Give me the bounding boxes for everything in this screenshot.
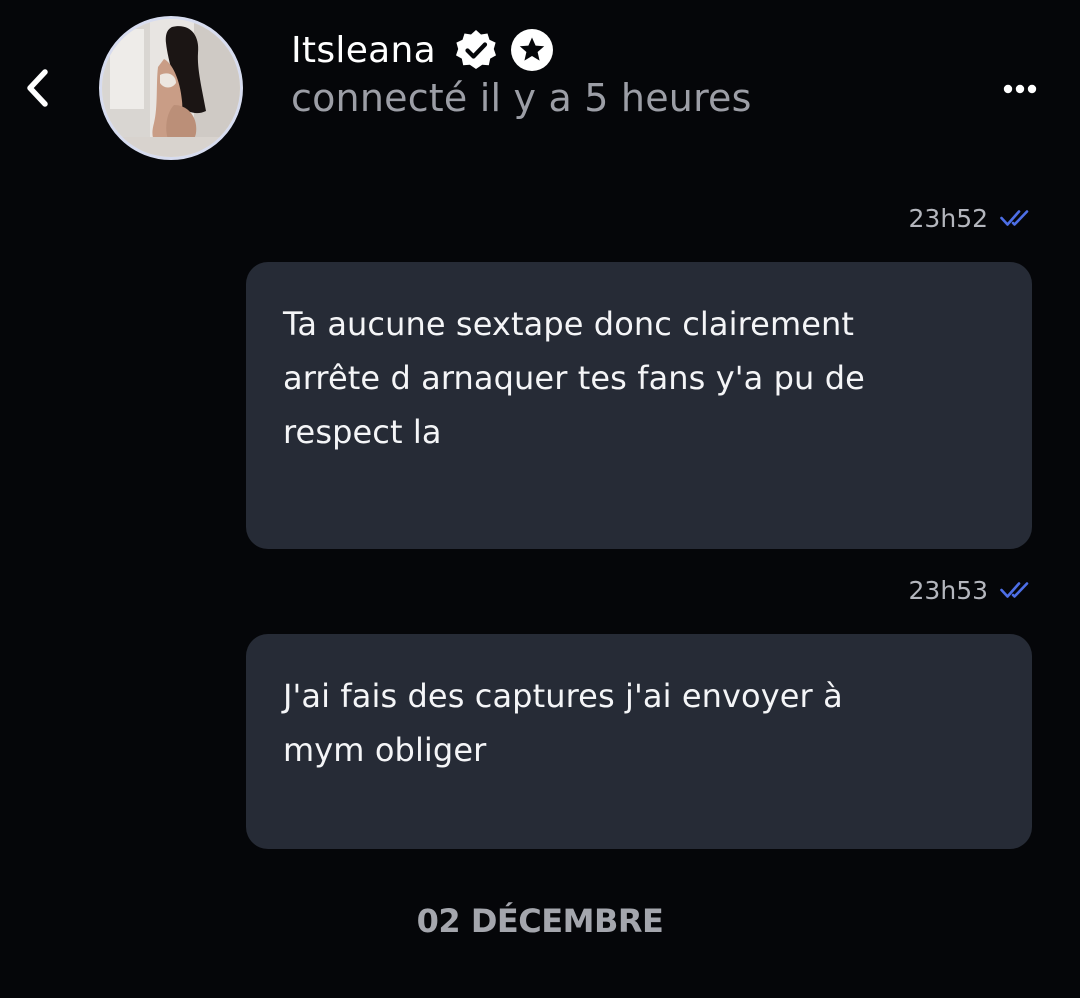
- message-meta: 23h52: [909, 201, 1032, 235]
- double-check-icon: [1000, 582, 1029, 598]
- contact-name: Itsleana: [291, 29, 436, 71]
- message-time: 23h52: [908, 203, 988, 233]
- message-bubble[interactable]: Ta aucune sextape donc clairement arrête…: [246, 262, 1032, 549]
- back-button[interactable]: [14, 62, 62, 114]
- chevron-left-icon: [27, 69, 48, 107]
- message-bubble[interactable]: J'ai fais des captures j'ai envoyer à my…: [246, 634, 1032, 849]
- avatar[interactable]: [99, 16, 243, 160]
- avatar-photo: [102, 19, 240, 157]
- header-title-row: Itsleana: [291, 26, 554, 74]
- date-separator: 02 DÉCEMBRE: [416, 902, 664, 940]
- chat-screen: Itsleana connecté il y a 5 heures 23h52: [0, 0, 1080, 998]
- badge-group: [454, 28, 554, 72]
- message-meta: 23h53: [909, 573, 1032, 607]
- online-status: connecté il y a 5 heures: [291, 76, 752, 120]
- more-options-button[interactable]: [998, 72, 1042, 106]
- double-check-icon: [1000, 210, 1029, 226]
- star-badge-icon: [510, 29, 553, 71]
- message-time: 23h53: [908, 575, 988, 605]
- verified-badge-icon: [455, 30, 496, 69]
- more-horizontal-icon: [1003, 84, 1037, 94]
